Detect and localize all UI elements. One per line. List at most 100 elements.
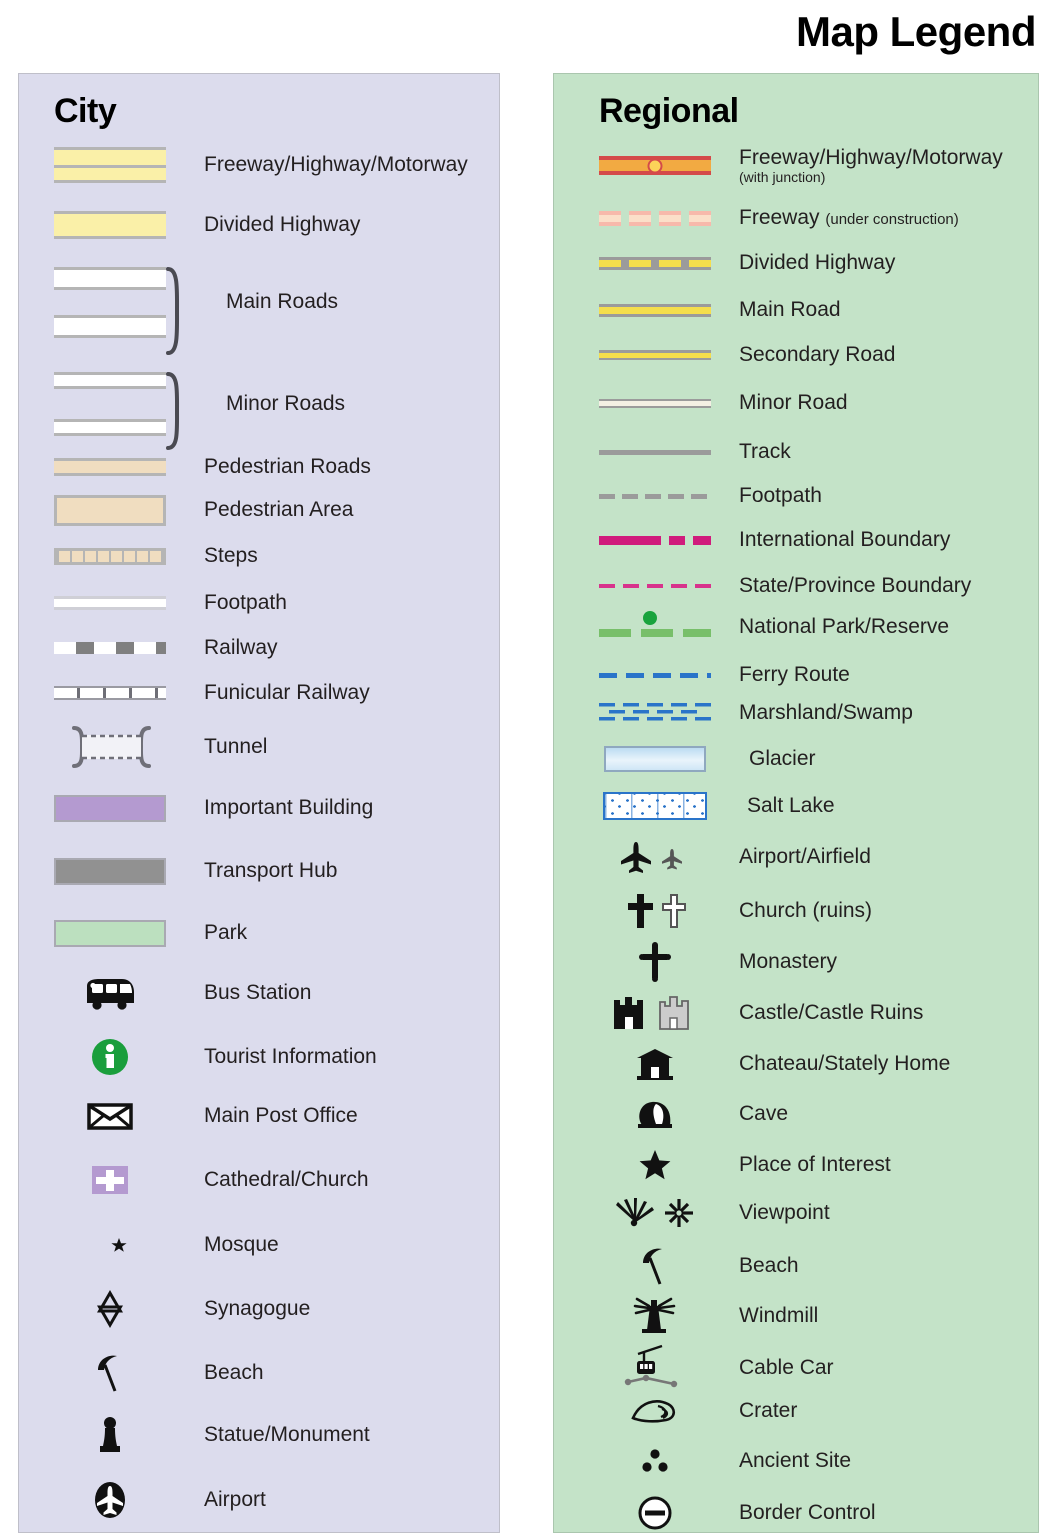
- funicular-ticked-line-symbol: [54, 686, 166, 701]
- regional-panel-heading: Regional: [599, 92, 739, 130]
- list-item-label: Castle/Castle Ruins: [739, 1000, 924, 1024]
- list-item-label: Freeway (under construction): [739, 206, 959, 229]
- list-item: Cave: [599, 1097, 788, 1131]
- divided-highway-band-symbol: [54, 211, 166, 239]
- list-item: International Boundary: [599, 528, 950, 551]
- list-item-label: Ferry Route: [739, 663, 850, 686]
- list-item-label: Cave: [739, 1101, 789, 1125]
- list-item-label: Airport: [204, 1487, 266, 1511]
- secondary-road-line-symbol: [599, 350, 711, 361]
- list-item: Tunnel: [54, 722, 267, 772]
- list-item: Glacier: [599, 746, 816, 772]
- label-sub: (with junction): [739, 169, 826, 186]
- list-item-label: Tourist Information: [204, 1044, 377, 1068]
- list-item: Freeway (under construction): [599, 206, 959, 229]
- list-item-label: Railway: [204, 636, 278, 659]
- list-item: Steps: [54, 544, 258, 567]
- list-item-label: Airport/Airfield: [739, 844, 871, 868]
- viewpoint-pair-icon: [599, 1196, 711, 1230]
- windmill-icon: [599, 1296, 711, 1336]
- important-building-swatch-symbol: [54, 795, 166, 822]
- list-item-label: Beach: [739, 1253, 799, 1277]
- list-item: Synagogue: [54, 1290, 310, 1328]
- freeway-double-band-symbol: [54, 147, 166, 183]
- cross-pair-icon: [599, 892, 711, 930]
- list-item-label: Mosque: [204, 1232, 279, 1256]
- list-item: Ferry Route: [599, 663, 850, 686]
- list-item-label: Border Control: [739, 1500, 876, 1524]
- list-item-label: Cathedral/Church: [204, 1167, 369, 1191]
- divided-highway-line-symbol: [599, 256, 711, 270]
- list-item: Bus Station: [54, 976, 311, 1010]
- ferry-route-line-symbol: [599, 672, 711, 678]
- brace-icon: [166, 267, 188, 355]
- list-item-label: Marshland/Swamp: [739, 700, 913, 724]
- list-item-label: Place of Interest: [739, 1152, 891, 1176]
- list-item-label: National Park/Reserve: [739, 615, 950, 638]
- minor-roads-braced-pair-symbol: [54, 372, 166, 436]
- list-item-label: Pedestrian Area: [204, 498, 354, 522]
- list-item: Chateau/Stately Home: [599, 1047, 950, 1081]
- list-item: National Park/Reserve: [599, 608, 949, 638]
- list-item-label: Windmill: [739, 1303, 819, 1327]
- list-item-label: Funicular Railway: [204, 681, 370, 704]
- list-item: Divided Highway: [599, 251, 896, 274]
- list-item-label: Divided Highway: [739, 251, 896, 274]
- list-item-label: Synagogue: [204, 1296, 311, 1320]
- cross-square-icon: [54, 1164, 166, 1196]
- airport-circle-icon: [54, 1478, 166, 1522]
- list-item: Viewpoint: [599, 1196, 830, 1230]
- list-item: Transport Hub: [54, 858, 337, 885]
- national-park-line-symbol: [599, 609, 711, 638]
- list-item-label: Freeway/Highway/Motorway (with junction): [739, 146, 1003, 186]
- list-item: Funicular Railway: [54, 681, 370, 704]
- list-item: Mosque: [54, 1227, 279, 1263]
- parasol-icon: [599, 1246, 711, 1286]
- steps-hatched-band-symbol: [54, 547, 166, 565]
- list-item: Footpath: [599, 484, 822, 507]
- list-item-label: Church (ruins): [739, 898, 873, 922]
- page-title: Map Legend: [795, 8, 1037, 55]
- label-main: Freeway/Highway/Motorway: [739, 146, 1003, 169]
- list-item: Footpath: [54, 591, 287, 614]
- list-item-label: Important Building: [204, 796, 374, 820]
- list-item-label: Ancient Site: [739, 1448, 852, 1472]
- list-item: Beach: [54, 1353, 264, 1393]
- list-item-label: Steps: [204, 544, 258, 567]
- main-roads-braced-pair-symbol: [54, 267, 166, 338]
- crater-icon: [599, 1396, 711, 1426]
- list-item: Pedestrian Roads: [54, 455, 371, 478]
- park-swatch-symbol: [54, 920, 166, 947]
- list-item-label: Transport Hub: [204, 859, 338, 883]
- list-item-label: Minor Road: [739, 391, 848, 414]
- chateau-icon: [599, 1047, 711, 1081]
- list-item-label: Beach: [204, 1360, 264, 1384]
- city-panel-heading: City: [54, 92, 117, 130]
- list-item-label: Pedestrian Roads: [204, 455, 371, 478]
- star-icon: [599, 1148, 711, 1182]
- list-item: Monastery: [599, 942, 837, 982]
- list-item: Salt Lake: [599, 792, 835, 820]
- brace-icon: [166, 372, 188, 450]
- list-item: Minor Roads: [54, 372, 345, 450]
- minor-road-line-symbol: [599, 398, 711, 408]
- pedestrian-road-band-symbol: [54, 458, 166, 477]
- list-item: Ancient Site: [599, 1446, 851, 1476]
- list-item: Airport/Airfield: [599, 840, 871, 874]
- main-road-line-symbol: [599, 303, 711, 317]
- freeway-under-construction-line-symbol: [599, 210, 711, 226]
- information-icon: [54, 1037, 166, 1077]
- list-item: Main Roads: [54, 267, 338, 355]
- monastery-cross-icon: [599, 942, 711, 982]
- cable-car-icon: [599, 1344, 711, 1392]
- transport-hub-swatch-symbol: [54, 858, 166, 885]
- ancient-site-icon: [599, 1446, 711, 1476]
- list-item-label: Cable Car: [739, 1355, 834, 1379]
- list-item: Castle/Castle Ruins: [599, 994, 923, 1032]
- list-item: Park: [54, 920, 247, 947]
- international-boundary-line-symbol: [599, 535, 711, 545]
- list-item: Railway: [54, 636, 278, 659]
- list-item-label: Freeway/Highway/Motorway: [204, 152, 468, 176]
- list-item: Marshland/Swamp: [599, 700, 913, 726]
- list-item-label: Tunnel: [204, 734, 268, 758]
